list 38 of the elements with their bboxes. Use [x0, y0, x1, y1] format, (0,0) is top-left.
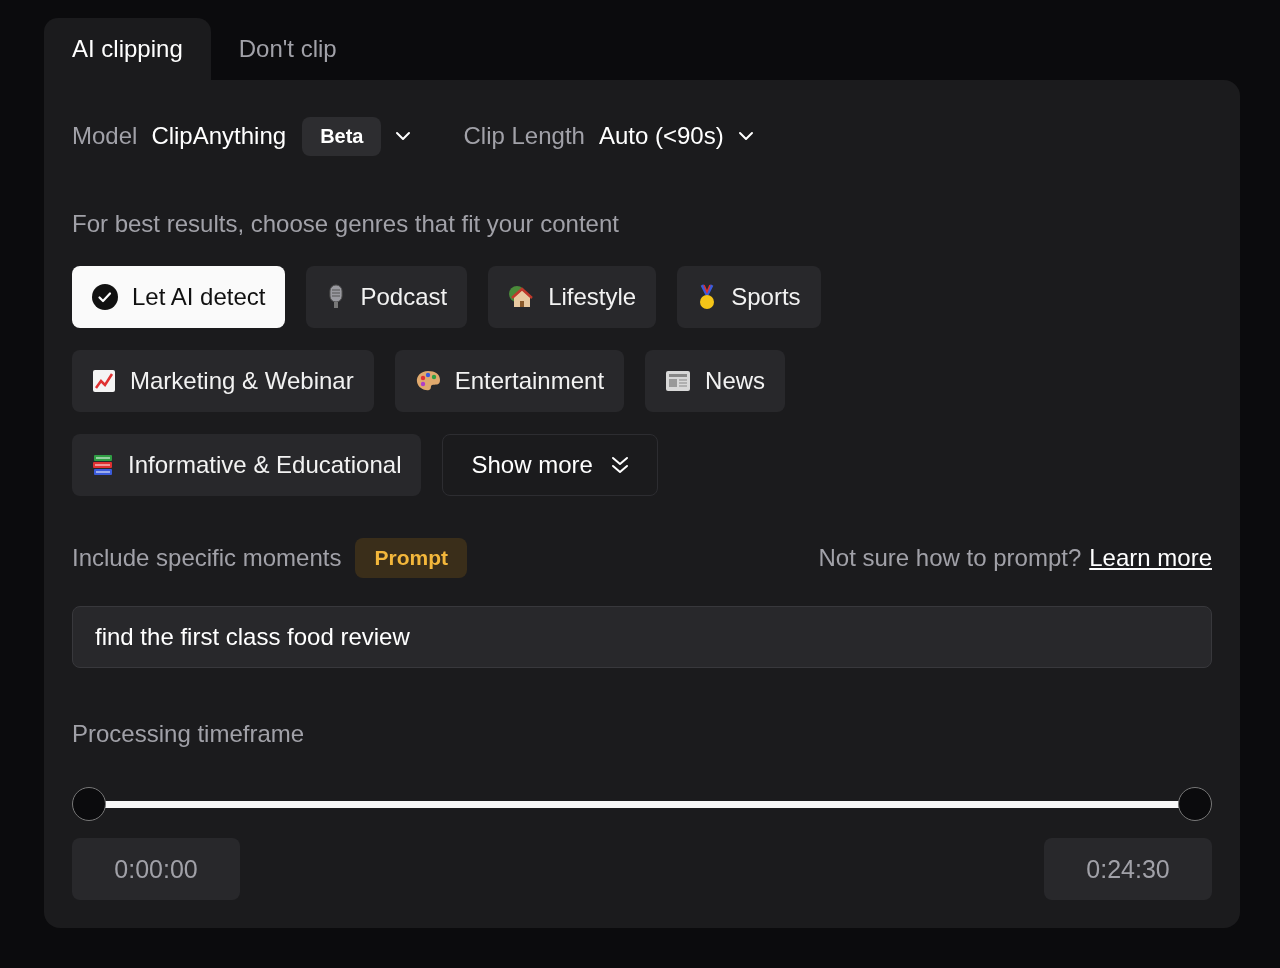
genre-chip[interactable]: Let AI detect [72, 266, 286, 328]
learn-more-link[interactable]: Learn more [1089, 544, 1212, 572]
check-circle-icon [92, 284, 118, 310]
genre-chip[interactable]: Podcast [306, 266, 468, 328]
chevron-down-icon [737, 131, 754, 141]
genre-chip[interactable]: News [645, 350, 786, 412]
genre-chip[interactable]: Marketing & Webinar [72, 350, 374, 412]
chevron-down-icon [395, 131, 412, 141]
house-icon [508, 285, 535, 309]
genres-hint: For best results, choose genres that fit your content [72, 210, 620, 238]
slider-handle[interactable] [72, 787, 106, 821]
clip-length-dropdown[interactable] [737, 131, 754, 141]
palette-icon [414, 369, 441, 393]
newspaper-icon [665, 370, 692, 392]
prompt-help-text: Not sure how to prompt? [818, 544, 1082, 572]
genre-chip[interactable]: Informative & Educational [72, 434, 422, 496]
slider-handle[interactable] [1178, 787, 1212, 821]
double-chevron-down-icon [610, 455, 629, 475]
chart-increasing-icon [92, 369, 116, 393]
genre-chip[interactable]: Entertainment [394, 350, 625, 412]
tab[interactable]: Don't clip [210, 18, 365, 80]
prompt-input-field[interactable]: find the first class food review [72, 606, 1212, 668]
clip-length-value: Auto (<90s) [598, 122, 724, 150]
model-value: ClipAnything [151, 122, 287, 150]
genre-chip[interactable]: Lifestyle [488, 266, 657, 328]
show-more-button[interactable]: Show more [442, 434, 658, 496]
prompt-badge: Prompt [355, 538, 467, 578]
timeframe-label: Processing timeframe [72, 720, 306, 748]
end-time-field[interactable]: 0:24:30 [1044, 838, 1212, 900]
clip-length-label: Clip Length [463, 122, 585, 150]
model-dropdown[interactable] [395, 131, 412, 141]
beta-badge: Beta [302, 116, 382, 156]
genre-chip[interactable]: Sports [677, 266, 821, 328]
tab[interactable]: AI clipping [44, 18, 211, 80]
start-time-field[interactable]: 0:00:00 [72, 838, 240, 900]
books-icon [92, 453, 114, 477]
prompt-label: Include specific moments [72, 544, 342, 572]
model-label: Model [72, 122, 138, 150]
